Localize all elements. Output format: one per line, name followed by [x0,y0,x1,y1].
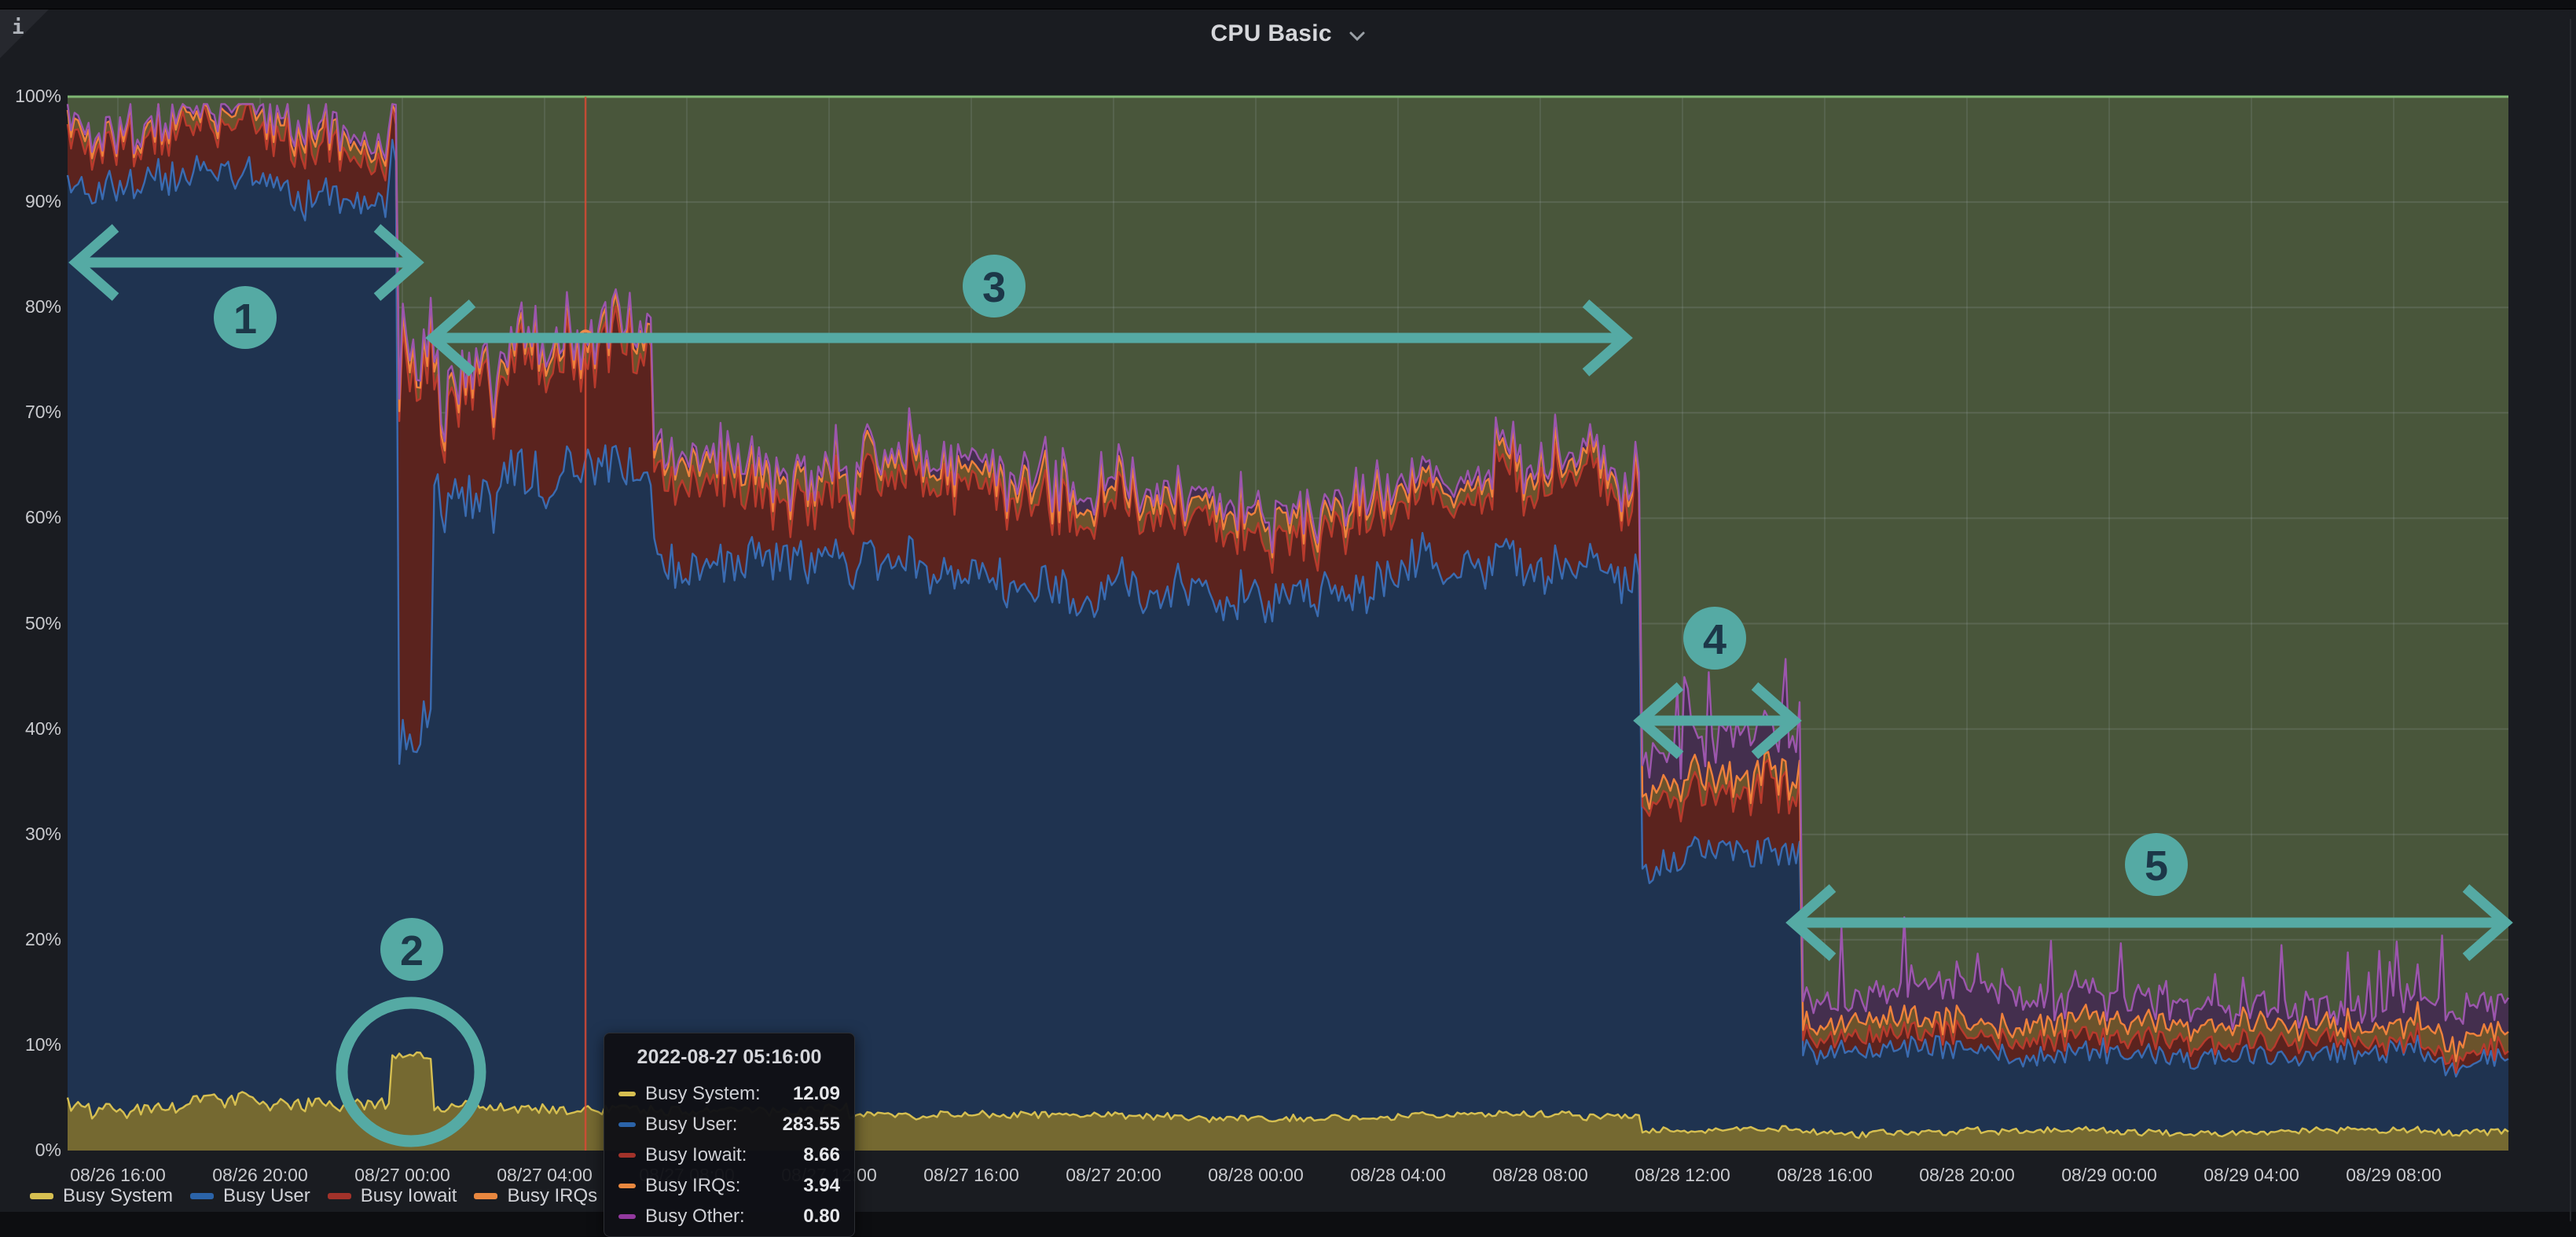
tooltip-row: Busy User: 283.55 [618,1114,840,1136]
y-axis-label: 30% [5,824,61,845]
x-axis-label: 08/28 00:00 [1185,1165,1327,1186]
y-axis-label: 90% [5,191,61,212]
y-axis-label: 80% [5,296,61,318]
x-axis-label: 08/29 04:00 [2181,1165,2322,1186]
legend-label: Busy Iowait [361,1185,457,1207]
annotation-badge-4: 4 [1683,607,1746,670]
legend-item-busy-user[interactable]: Busy User [190,1185,310,1207]
x-axis-label: 08/27 00:00 [332,1165,473,1186]
series-swatch [618,1214,636,1219]
x-axis-label: 08/26 20:00 [189,1165,331,1186]
x-axis-label: 08/29 00:00 [2038,1165,2180,1186]
svg-text:3: 3 [982,264,1006,311]
annotation-badge-2: 2 [380,918,443,981]
legend-item-busy-iowait[interactable]: Busy Iowait [328,1185,457,1207]
legend-swatch [328,1193,351,1199]
svg-text:2: 2 [400,927,424,975]
chart-tooltip: 2022-08-27 05:16:00 Busy System: 12.09 B… [604,1033,855,1237]
y-axis-label: 50% [5,613,61,634]
x-axis-label: 08/26 16:00 [47,1165,189,1186]
y-axis-label: 0% [5,1140,61,1161]
annotation-badge-3: 3 [963,255,1026,318]
legend-label: Busy IRQs [507,1185,597,1207]
svg-text:5: 5 [2145,842,2168,890]
page-top-strip [0,0,2576,9]
x-axis-label: 08/28 08:00 [1470,1165,1611,1186]
legend-swatch [474,1193,497,1199]
tooltip-row: Busy IRQs: 3.94 [618,1175,840,1197]
x-axis-label: 08/28 12:00 [1612,1165,1753,1186]
y-axis-label: 20% [5,929,61,950]
x-axis-label: 08/27 20:00 [1043,1165,1184,1186]
y-axis-label: 70% [5,402,61,423]
series-swatch [618,1184,636,1188]
y-axis-label: 40% [5,718,61,740]
panel-right-border [2570,19,2571,1221]
tooltip-row: Busy Other: 0.80 [618,1206,840,1228]
x-axis-label: 08/28 04:00 [1327,1165,1469,1186]
annotation-badge-1: 1 [214,286,277,349]
legend-item-busy-irqs[interactable]: Busy IRQs [474,1185,597,1207]
tooltip-row: Busy Iowait: 8.66 [618,1144,840,1166]
x-axis-label: 08/28 16:00 [1754,1165,1895,1186]
svg-text:1: 1 [233,295,257,343]
legend-swatch [30,1193,53,1199]
chart-legend: Busy System Busy User Busy Iowait Busy I… [30,1185,597,1207]
chart-canvas[interactable]: 1 2 3 4 5 [0,9,2576,1221]
x-axis-label: 08/27 04:00 [474,1165,615,1186]
y-axis-label: 60% [5,507,61,528]
series-swatch [618,1092,636,1096]
legend-item-busy-system[interactable]: Busy System [30,1185,173,1207]
series-swatch [618,1122,636,1127]
legend-label: Busy User [223,1185,310,1207]
annotation-badge-5: 5 [2125,833,2188,896]
tooltip-row: Busy System: 12.09 [618,1083,840,1105]
y-axis-label: 10% [5,1034,61,1055]
tooltip-timestamp: 2022-08-27 05:16:00 [618,1046,840,1069]
series-swatch [618,1153,636,1158]
x-axis-label: 08/29 08:00 [2323,1165,2464,1186]
x-axis-label: 08/28 20:00 [1896,1165,2038,1186]
legend-label: Busy System [63,1185,173,1207]
cpu-basic-panel: CPU Basic i 123450%10%20%30%40%50%60%70%… [0,9,2576,1212]
y-axis-label: 100% [5,86,61,107]
x-axis-label: 08/27 16:00 [901,1165,1042,1186]
svg-text:4: 4 [1703,616,1727,663]
legend-swatch [190,1193,214,1199]
